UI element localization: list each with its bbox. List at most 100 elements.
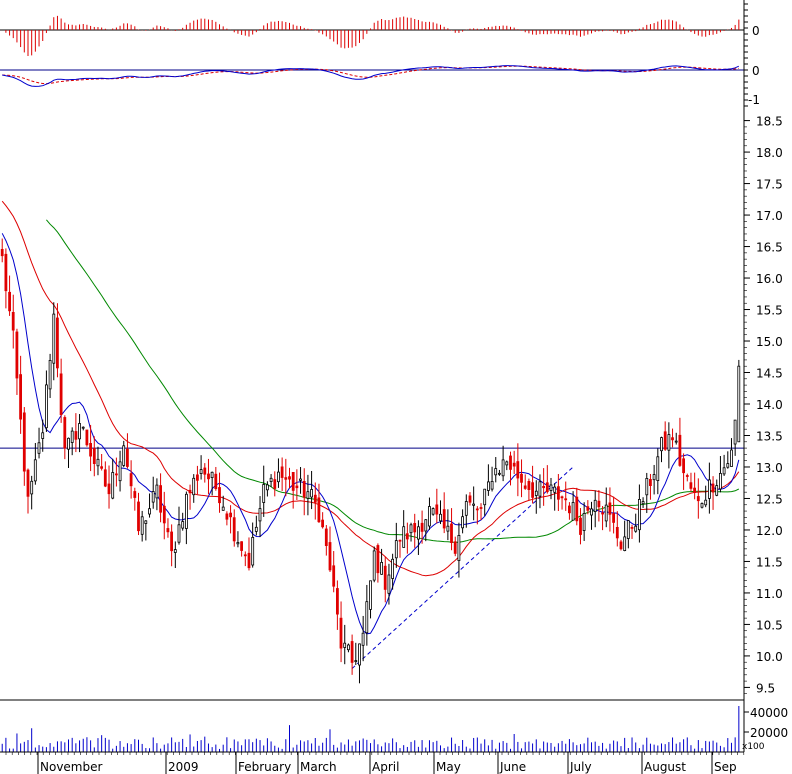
candle bbox=[33, 442, 37, 485]
candle bbox=[369, 580, 372, 619]
candle bbox=[722, 454, 726, 476]
candle bbox=[365, 584, 369, 646]
candle-body bbox=[313, 494, 317, 503]
signal-line bbox=[2, 65, 739, 85]
candle-body bbox=[413, 523, 417, 533]
candle-body bbox=[656, 456, 660, 481]
candle bbox=[450, 508, 453, 551]
stock-chart: 0 0 -1 9.5 10.0 10.5 11.0 11.5 12.0 12.5 13.0 13.5 1… bbox=[0, 0, 788, 774]
candle-body bbox=[207, 473, 210, 480]
candle-body bbox=[310, 489, 314, 498]
candle-body bbox=[295, 485, 299, 489]
candle-body bbox=[667, 434, 671, 451]
candle-body bbox=[571, 502, 575, 521]
candle-body bbox=[730, 449, 733, 467]
histogram-panel bbox=[0, 15, 744, 56]
candle-body bbox=[56, 317, 59, 369]
candle bbox=[265, 481, 269, 497]
candle-body bbox=[501, 459, 505, 477]
candle-body bbox=[409, 524, 413, 534]
candle-body bbox=[645, 477, 649, 496]
candle-body bbox=[715, 485, 719, 496]
candle-body bbox=[166, 528, 170, 533]
candle bbox=[398, 539, 402, 558]
candle-body bbox=[534, 490, 538, 496]
candle-body bbox=[557, 486, 560, 500]
candle-body bbox=[608, 502, 612, 515]
candle-body bbox=[284, 477, 288, 480]
candle-body bbox=[11, 311, 15, 331]
candle bbox=[516, 443, 520, 497]
candle-body bbox=[126, 448, 129, 467]
candle-body bbox=[737, 365, 741, 443]
candle bbox=[155, 478, 159, 511]
price-tick-label: 10.5 bbox=[756, 618, 783, 632]
candle bbox=[638, 484, 641, 543]
volume-multiplier-label: x100 bbox=[742, 742, 765, 752]
candle-body bbox=[63, 417, 67, 449]
candle-body bbox=[188, 489, 192, 494]
candle bbox=[446, 509, 450, 541]
candle bbox=[402, 510, 406, 548]
candle bbox=[733, 419, 737, 456]
axes: 0 0 -1 9.5 10.0 10.5 11.0 11.5 12.0 12.5 13.0 13.5 1… bbox=[0, 0, 788, 774]
candle bbox=[276, 458, 280, 488]
candle bbox=[166, 518, 170, 538]
candle-body bbox=[324, 528, 328, 547]
candle bbox=[45, 370, 48, 432]
candle-body bbox=[122, 445, 126, 466]
candle bbox=[56, 303, 59, 378]
x-tick-label: June bbox=[499, 760, 526, 774]
candle-body bbox=[210, 471, 214, 478]
candle-body bbox=[0, 248, 4, 257]
candle bbox=[442, 492, 446, 534]
candle bbox=[151, 476, 155, 509]
candle-body bbox=[435, 504, 439, 515]
candle-body bbox=[442, 509, 446, 529]
candle-body bbox=[708, 479, 711, 499]
candle bbox=[258, 496, 262, 538]
candle-body bbox=[229, 512, 233, 518]
candle bbox=[641, 497, 645, 508]
candle-body bbox=[464, 501, 468, 516]
candle-body bbox=[630, 527, 634, 529]
x-tick-label: April bbox=[372, 760, 399, 774]
candle-body bbox=[240, 541, 244, 551]
candle bbox=[321, 512, 325, 529]
candle bbox=[501, 445, 505, 482]
candle bbox=[19, 355, 23, 434]
candle-body bbox=[225, 513, 229, 520]
candle-body bbox=[92, 448, 96, 465]
candle-body bbox=[586, 506, 590, 511]
candle bbox=[218, 472, 221, 513]
candle-body bbox=[350, 641, 354, 663]
candle-body bbox=[383, 565, 387, 590]
candle bbox=[656, 448, 660, 495]
candle-body bbox=[192, 477, 196, 496]
candle-body bbox=[243, 554, 247, 557]
candle bbox=[534, 480, 538, 514]
candle bbox=[704, 485, 708, 508]
candle-body bbox=[593, 499, 597, 512]
candle-body bbox=[291, 471, 295, 491]
candle-body bbox=[674, 440, 678, 443]
candle-body bbox=[262, 484, 266, 503]
candle-body bbox=[181, 521, 185, 529]
candle-body bbox=[726, 463, 730, 468]
candle bbox=[545, 465, 549, 494]
candle bbox=[527, 478, 531, 501]
ma-long-line bbox=[46, 219, 740, 543]
candle bbox=[726, 451, 730, 469]
candle-body bbox=[111, 472, 115, 499]
price-panel bbox=[0, 200, 744, 684]
candle bbox=[74, 413, 78, 453]
candle-body bbox=[660, 437, 663, 452]
candle-body bbox=[218, 487, 221, 504]
candle-body bbox=[678, 434, 682, 466]
candle bbox=[100, 453, 103, 471]
candle bbox=[52, 302, 56, 381]
candle bbox=[582, 502, 586, 541]
candle-body bbox=[321, 519, 325, 528]
candle bbox=[619, 539, 623, 551]
candle-body bbox=[689, 482, 693, 489]
